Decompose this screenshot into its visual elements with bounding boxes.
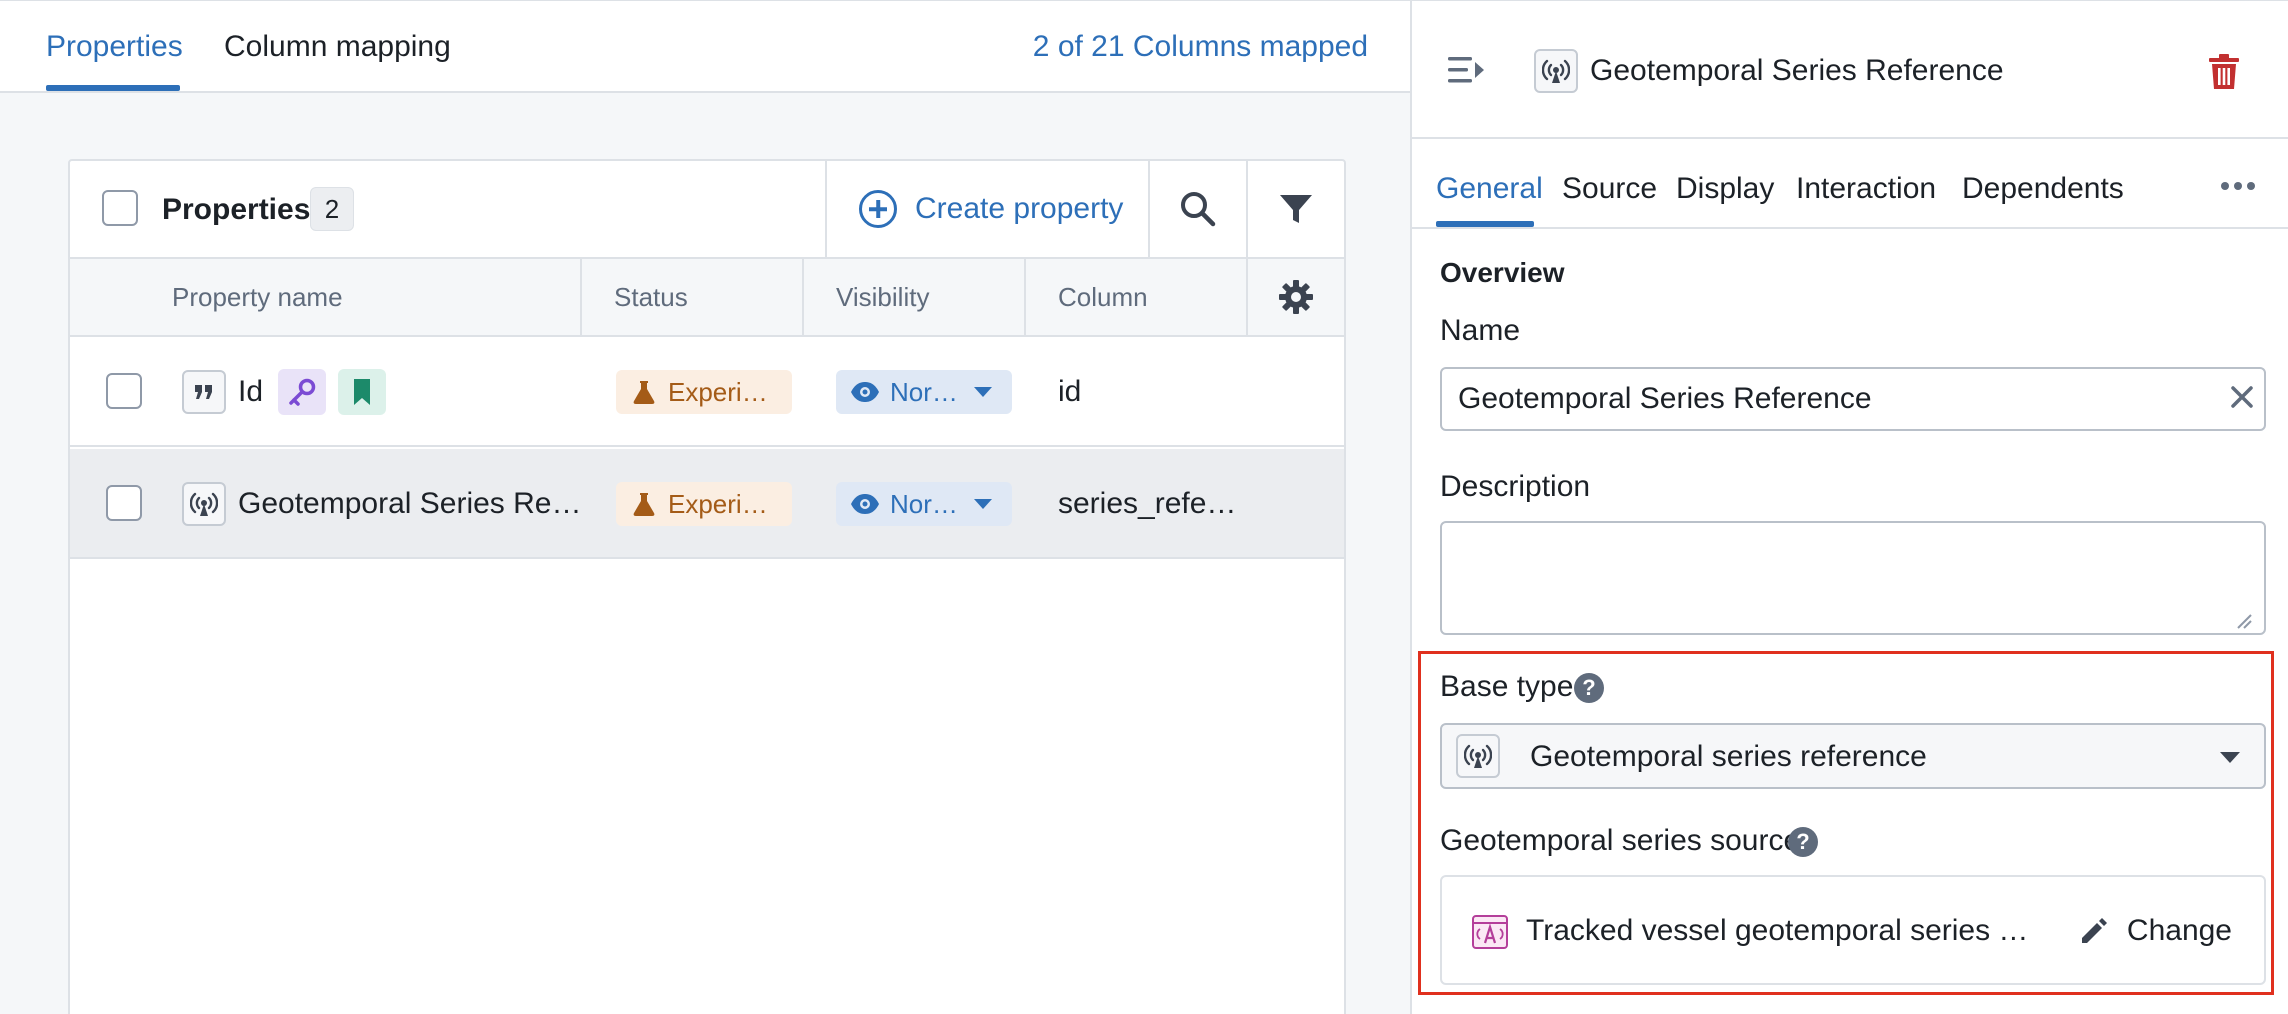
- add-circle-icon: [859, 190, 897, 228]
- active-tab-indicator: [1436, 221, 1534, 227]
- bookmark-icon: [338, 369, 386, 415]
- collapse-panel-icon[interactable]: [1448, 53, 1486, 87]
- close-icon[interactable]: [2230, 385, 2254, 409]
- pencil-icon: [2081, 918, 2107, 943]
- row-checkbox[interactable]: [106, 485, 142, 521]
- name-field[interactable]: [1440, 367, 2266, 431]
- base-type-label: Base type: [1440, 670, 1574, 703]
- visibility-label: Nor…: [890, 489, 958, 519]
- quote-icon: [182, 370, 226, 414]
- search-button[interactable]: [1150, 161, 1246, 257]
- change-label: Change: [2126, 914, 2232, 947]
- select-all-checkbox[interactable]: [102, 190, 138, 226]
- base-type-select[interactable]: Geotemporal series reference: [1440, 723, 2266, 789]
- header-visibility[interactable]: Visibility: [836, 259, 929, 335]
- property-count-badge: 2: [310, 187, 354, 231]
- create-property-button[interactable]: Create property: [827, 161, 1183, 257]
- series-source-label: Geotemporal series source: [1440, 824, 1801, 857]
- filter-button[interactable]: [1248, 161, 1344, 257]
- table-row[interactable]: Id Experi… Nor… id: [70, 337, 1344, 447]
- series-source-card: Tracked vessel geotemporal series … Chan…: [1440, 875, 2266, 985]
- table-toolbar: Properties 2 Create property: [70, 161, 1344, 259]
- visibility-dropdown[interactable]: Nor…: [836, 482, 1012, 526]
- column-divider[interactable]: [580, 259, 582, 335]
- column-value: id: [1058, 375, 1082, 408]
- properties-pane: Properties Column mapping 2 of 21 Column…: [0, 0, 1410, 1014]
- tab-column-mapping[interactable]: Column mapping: [224, 27, 451, 67]
- tab-properties[interactable]: Properties: [46, 27, 183, 67]
- panel-tab-bar: General Source Display Interaction Depen…: [1412, 139, 2288, 229]
- eye-icon: [851, 494, 879, 514]
- filter-icon: [1280, 195, 1312, 223]
- resize-handle-icon[interactable]: [2236, 613, 2252, 629]
- change-source-button[interactable]: Change: [2079, 903, 2232, 959]
- property-name[interactable]: Id: [238, 372, 263, 412]
- broadcast-icon: [1534, 49, 1578, 93]
- status-label: Experi…: [668, 489, 768, 519]
- tab-source[interactable]: Source: [1562, 169, 1657, 209]
- property-detail-panel: Geotemporal Series Reference General Sou…: [1410, 0, 2288, 1014]
- flask-icon: [633, 493, 655, 516]
- table-header-row: Property name Status Visibility Column: [70, 259, 1344, 337]
- tab-dependents[interactable]: Dependents: [1962, 169, 2124, 209]
- create-property-label: Create property: [915, 192, 1124, 225]
- chevron-down-icon: [974, 499, 992, 509]
- eye-icon: [851, 382, 879, 402]
- broadcast-icon: [1456, 734, 1500, 778]
- description-field[interactable]: [1440, 521, 2266, 635]
- visibility-dropdown[interactable]: Nor…: [836, 370, 1012, 414]
- help-icon[interactable]: ?: [1574, 673, 1604, 703]
- header-status[interactable]: Status: [614, 259, 688, 335]
- panel-header: Geotemporal Series Reference: [1412, 1, 2288, 139]
- app-window: Properties Column mapping 2 of 21 Column…: [0, 0, 2288, 1014]
- columns-mapped-link[interactable]: 2 of 21 Columns mapped: [1033, 27, 1368, 67]
- tab-display[interactable]: Display: [1676, 169, 1774, 209]
- properties-table: Properties 2 Create property Property na…: [68, 159, 1346, 1014]
- chevron-down-icon: [974, 387, 992, 397]
- status-badge[interactable]: Experi…: [616, 370, 792, 414]
- series-source-value[interactable]: Tracked vessel geotemporal series …: [1526, 911, 2028, 951]
- chevron-down-icon: [2220, 752, 2240, 763]
- status-label: Experi…: [668, 377, 768, 407]
- tab-general[interactable]: General: [1436, 169, 1543, 209]
- column-value: series_refe…: [1058, 487, 1237, 520]
- search-icon: [1181, 192, 1216, 227]
- property-name[interactable]: Geotemporal Series Re…: [238, 484, 581, 524]
- table-row[interactable]: Geotemporal Series Re… Experi… Nor… seri…: [70, 449, 1344, 559]
- header-column[interactable]: Column: [1058, 259, 1148, 335]
- panel-title: Geotemporal Series Reference: [1590, 54, 2004, 87]
- description-label: Description: [1440, 470, 1591, 503]
- row-checkbox[interactable]: [106, 373, 142, 409]
- left-tab-bar: Properties Column mapping 2 of 21 Column…: [0, 1, 1410, 93]
- delete-icon[interactable]: [2208, 53, 2240, 91]
- visibility-label: Nor…: [890, 377, 958, 407]
- status-badge[interactable]: Experi…: [616, 482, 792, 526]
- active-tab-indicator: [46, 85, 180, 91]
- gear-icon: [1279, 280, 1313, 314]
- time-series-sync-icon: [1472, 915, 1508, 949]
- overview-heading: Overview: [1440, 257, 1565, 288]
- broadcast-icon: [182, 482, 226, 526]
- column-settings-button[interactable]: [1248, 259, 1344, 335]
- column-divider[interactable]: [802, 259, 804, 335]
- help-icon[interactable]: ?: [1788, 827, 1818, 857]
- more-options-icon[interactable]: [2220, 181, 2256, 191]
- table-title: Properties: [162, 193, 311, 226]
- base-type-value: Geotemporal series reference: [1530, 740, 1927, 773]
- name-label: Name: [1440, 314, 1521, 347]
- column-divider[interactable]: [1024, 259, 1026, 335]
- header-property-name[interactable]: Property name: [172, 259, 343, 335]
- key-icon: [278, 369, 326, 415]
- tab-interaction[interactable]: Interaction: [1796, 169, 1936, 209]
- flask-icon: [633, 381, 655, 404]
